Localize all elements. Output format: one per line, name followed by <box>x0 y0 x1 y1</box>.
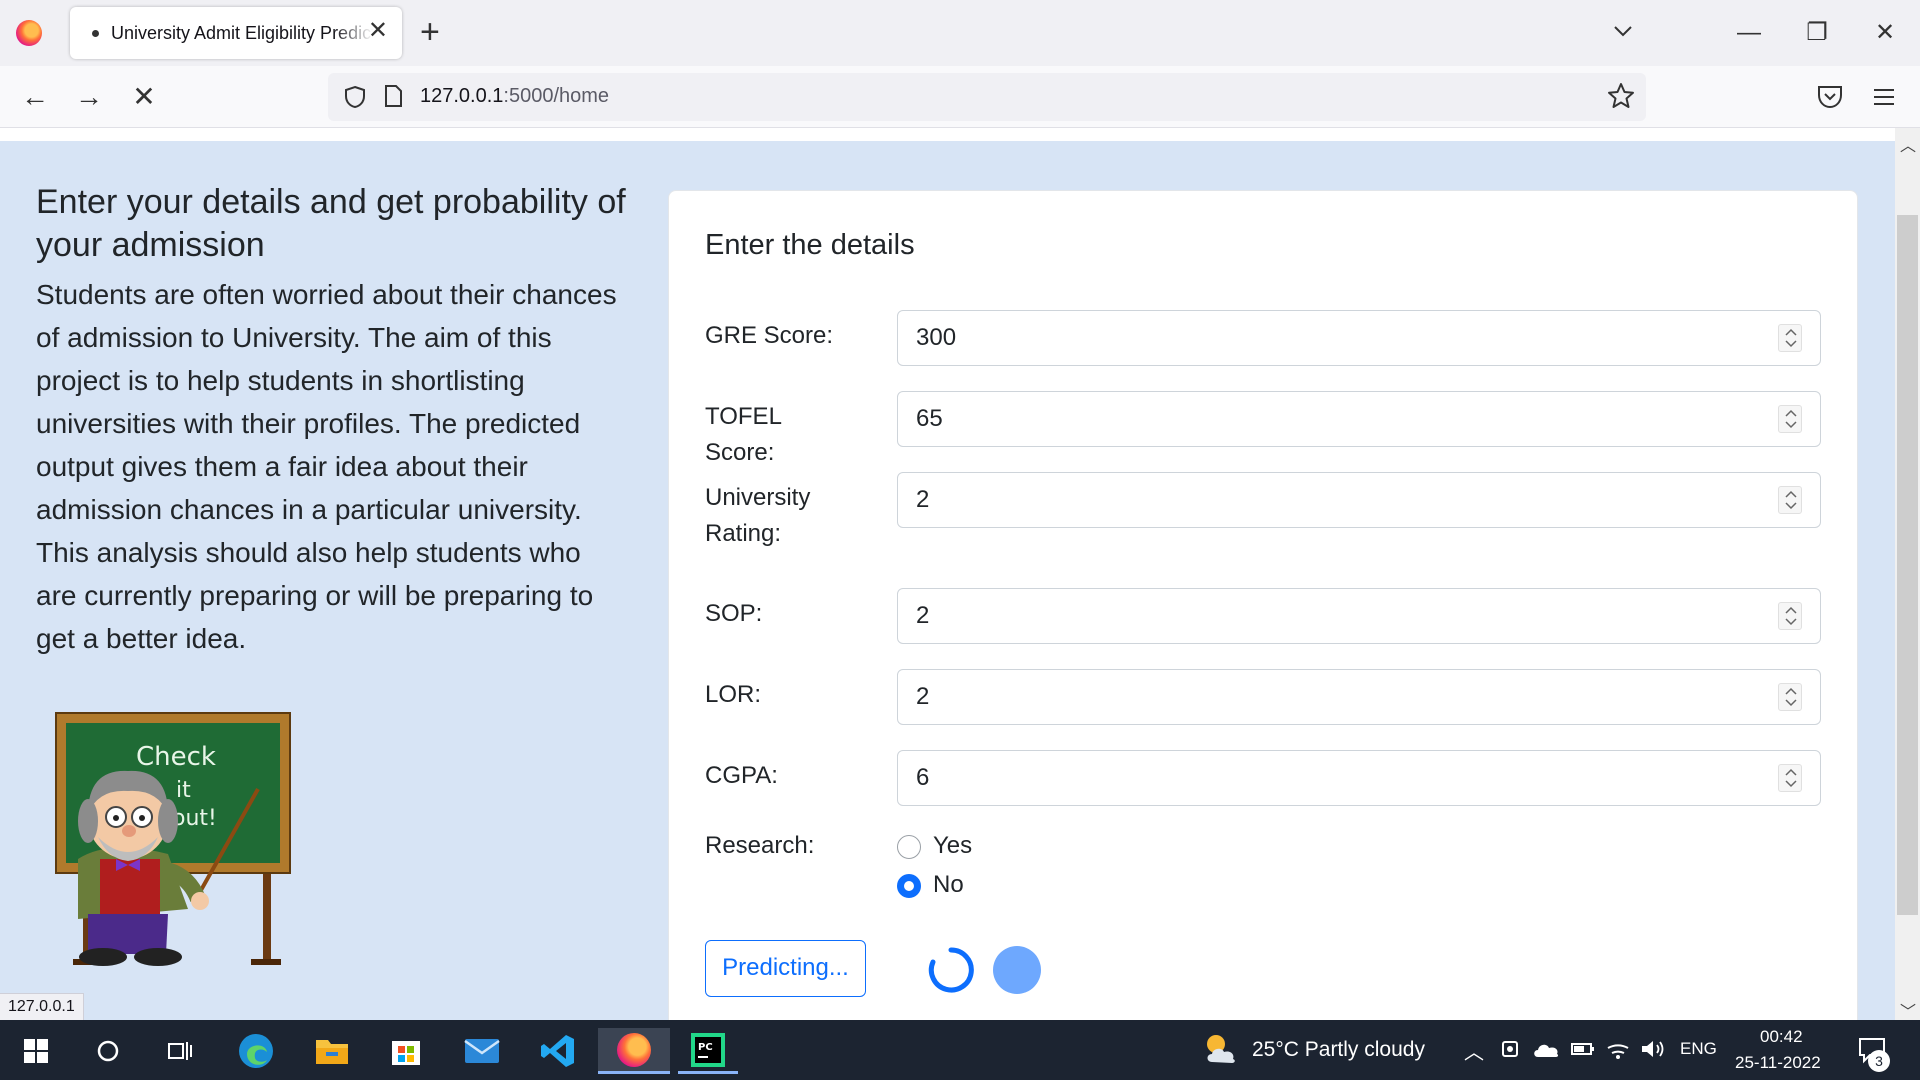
university-rating-input[interactable]: 2 <box>897 472 1821 528</box>
restore-button[interactable]: ❐ <box>1802 18 1832 48</box>
page-content: Enter your details and get probability o… <box>0 141 1895 1020</box>
minimize-button[interactable]: — <box>1734 18 1764 48</box>
loading-grow-indicator <box>993 946 1041 994</box>
sop-label: SOP: <box>705 600 763 627</box>
browser-tabbar: University Admit Eligibility Predictor ✕… <box>0 0 1920 66</box>
language-indicator[interactable]: ENG <box>1680 1039 1717 1059</box>
clock-date[interactable]: 25-11-2022 <box>1735 1053 1821 1073</box>
cgpa-label: CGPA: <box>705 762 778 789</box>
shield-icon[interactable] <box>344 85 366 109</box>
meet-now-icon[interactable] <box>1500 1038 1520 1060</box>
status-url-tooltip: 127.0.0.1 <box>0 993 84 1021</box>
sop-value: 2 <box>916 602 930 629</box>
pycharm-icon[interactable]: PC <box>678 1028 738 1074</box>
sop-input[interactable]: 2 <box>897 588 1821 644</box>
url-path: :5000/home <box>503 85 610 107</box>
forward-arrow-icon[interactable]: → <box>72 80 106 114</box>
partly-cloudy-weather-icon[interactable] <box>1202 1032 1240 1066</box>
tofel-score-value: 65 <box>916 405 943 432</box>
notification-count-badge[interactable]: 3 <box>1868 1050 1890 1072</box>
page-info-icon[interactable] <box>384 85 402 107</box>
lor-label: LOR: <box>705 681 762 708</box>
research-label: Research: <box>705 832 815 859</box>
board-text-check: Check <box>136 742 216 772</box>
teacher-illustration: Check it out! <box>55 712 291 966</box>
research-no-label[interactable]: No <box>933 871 964 899</box>
wifi-icon[interactable] <box>1606 1038 1630 1060</box>
loading-spinner-icon <box>928 947 974 993</box>
board-text-out: out! <box>172 806 217 831</box>
new-tab-button[interactable]: + <box>420 14 440 50</box>
url-bar[interactable]: 127.0.0.1:5000/home <box>328 73 1646 121</box>
gre-score-stepper[interactable] <box>1778 324 1802 352</box>
scroll-up-arrow-icon[interactable]: ︿ <box>1900 132 1916 156</box>
pocket-icon[interactable] <box>1816 84 1844 110</box>
onedrive-cloud-icon[interactable] <box>1532 1040 1560 1058</box>
cgpa-input[interactable]: 6 <box>897 750 1821 806</box>
menu-hamburger-icon[interactable] <box>1872 86 1896 108</box>
page-description: Students are often worried about their c… <box>36 279 617 654</box>
file-explorer-icon[interactable] <box>304 1028 360 1074</box>
intro-section: Enter your details and get probability o… <box>36 181 626 660</box>
mail-icon[interactable] <box>454 1028 510 1074</box>
tofel-score-input[interactable]: 65 <box>897 391 1821 447</box>
page-heading: Enter your details and get probability o… <box>36 183 626 264</box>
cgpa-stepper[interactable] <box>1778 764 1802 792</box>
gre-score-label: GRE Score: <box>705 322 834 349</box>
close-window-button[interactable]: ✕ <box>1870 18 1900 48</box>
university-rating-value: 2 <box>916 486 930 513</box>
gre-score-value: 300 <box>916 324 957 351</box>
microsoft-store-icon[interactable] <box>378 1028 434 1074</box>
url-host: 127.0.0.1 <box>420 85 504 107</box>
details-form-card: Enter the details GRE Score: 300 TOFEL S… <box>668 190 1858 1020</box>
lor-input[interactable]: 2 <box>897 669 1821 725</box>
cgpa-value: 6 <box>916 764 930 791</box>
tofel-score-label: TOFEL Score: <box>705 403 782 466</box>
form-title: Enter the details <box>705 229 915 261</box>
tab-title: University Admit Eligibility Predictor <box>111 22 373 43</box>
tofel-score-stepper[interactable] <box>1778 405 1802 433</box>
url-text[interactable]: 127.0.0.1:5000/home <box>420 85 609 108</box>
research-yes-radio[interactable] <box>897 835 921 859</box>
predict-button[interactable]: Predicting... <box>705 940 866 997</box>
browser-navbar: ← → ✕ 127.0.0.1:5000/home <box>0 66 1920 128</box>
scrollbar-thumb[interactable] <box>1897 215 1918 915</box>
lor-value: 2 <box>916 683 930 710</box>
speaker-volume-icon[interactable] <box>1640 1038 1666 1060</box>
weather-text[interactable]: 25°C Partly cloudy <box>1252 1038 1425 1062</box>
task-view-icon[interactable] <box>152 1028 208 1074</box>
windows-start-icon[interactable] <box>8 1028 64 1074</box>
university-rating-stepper[interactable] <box>1778 486 1802 514</box>
clock-time[interactable]: 00:42 <box>1760 1027 1803 1047</box>
gre-score-input[interactable]: 300 <box>897 310 1821 366</box>
lor-stepper[interactable] <box>1778 683 1802 711</box>
tab-close-icon[interactable]: ✕ <box>368 19 388 43</box>
search-circle-icon[interactable] <box>80 1028 136 1074</box>
scroll-down-arrow-icon[interactable]: ﹀ <box>1900 998 1916 1022</box>
back-arrow-icon[interactable]: ← <box>18 80 52 114</box>
bookmark-star-icon[interactable] <box>1606 81 1636 111</box>
edge-browser-icon[interactable] <box>228 1028 284 1074</box>
firefox-logo-icon[interactable] <box>16 20 42 46</box>
research-no-radio[interactable] <box>897 874 921 898</box>
sop-stepper[interactable] <box>1778 602 1802 630</box>
research-yes-label[interactable]: Yes <box>933 832 972 860</box>
svg-text:PC: PC <box>698 1042 713 1053</box>
browser-tab[interactable]: University Admit Eligibility Predictor ✕ <box>70 7 402 59</box>
loading-indicator-icon <box>92 29 99 37</box>
tab-list-chevron-icon[interactable] <box>1612 20 1634 42</box>
university-rating-label: University Rating: <box>705 484 811 547</box>
stop-loading-icon[interactable]: ✕ <box>127 80 161 114</box>
board-text-it: it <box>176 778 191 803</box>
firefox-taskbar-icon[interactable] <box>598 1028 670 1074</box>
show-hidden-icons-chevron-icon[interactable]: ︿ <box>1464 1036 1484 1065</box>
vscode-icon[interactable] <box>530 1028 586 1074</box>
windows-taskbar: PC 25°C Partly cloudy ︿ ENG 00:42 25-11-… <box>0 1020 1920 1080</box>
battery-icon[interactable] <box>1570 1040 1596 1058</box>
